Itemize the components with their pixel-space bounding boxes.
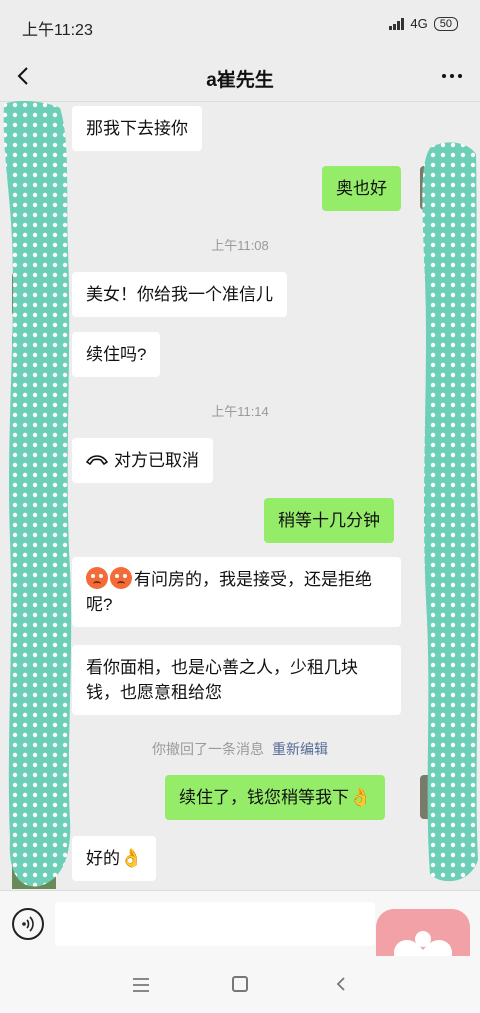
privacy-scribble-left xyxy=(3,101,72,887)
re-edit-link[interactable]: 重新编辑 xyxy=(272,741,328,757)
home-icon[interactable] xyxy=(232,976,248,992)
signal-icon xyxy=(389,17,405,30)
message-bubble[interactable]: 美女！你给我一个准信儿 xyxy=(72,272,287,317)
call-cancelled-bubble[interactable]: 对方已取消 xyxy=(72,438,213,483)
phone-hangup-icon xyxy=(85,455,109,466)
ok-hand-emoji-icon: 👌 xyxy=(120,848,143,868)
status-time: 上午11:23 xyxy=(22,22,93,39)
chat-title: a崔先生 xyxy=(206,70,274,91)
privacy-scribble-right xyxy=(422,142,479,882)
message-bubble[interactable]: 续住吗? xyxy=(72,332,161,377)
message-input-bar xyxy=(0,890,480,1003)
message-text: 好的 xyxy=(86,849,120,868)
sad-face-emoji-icon xyxy=(86,567,108,589)
message-bubble[interactable]: 续住了，钱您稍等我下👌 xyxy=(165,775,386,820)
network-label: 4G xyxy=(410,16,428,31)
menu-icon[interactable] xyxy=(133,978,149,992)
message-bubble[interactable]: 有问房的，我是接受，还是拒绝呢? xyxy=(72,557,401,627)
sad-face-emoji-icon xyxy=(110,567,132,589)
status-icons: 4G 50 xyxy=(389,16,458,31)
message-input[interactable] xyxy=(55,902,375,946)
system-navigation-bar xyxy=(0,956,480,1013)
more-dots-icon[interactable] xyxy=(442,74,462,78)
call-status-label: 对方已取消 xyxy=(114,451,199,470)
message-bubble[interactable]: 好的👌 xyxy=(72,836,157,881)
message-bubble[interactable]: 那我下去接你 xyxy=(72,106,202,151)
recall-text: 你撤回了一条消息 xyxy=(152,741,264,757)
chat-header: a崔先生 xyxy=(0,52,480,102)
pointing-hand-emoji-icon: 👌 xyxy=(349,787,372,807)
message-text: 续住了，钱您稍等我下 xyxy=(179,788,349,807)
message-bubble[interactable]: 奥也好 xyxy=(322,166,401,211)
message-bubble[interactable]: 稍等十几分钟 xyxy=(264,498,394,543)
status-bar: 上午11:23 4G 50 xyxy=(0,0,480,52)
voice-wave-icon xyxy=(22,916,34,932)
voice-icon[interactable] xyxy=(12,908,44,940)
back-triangle-icon[interactable] xyxy=(334,976,348,992)
battery-icon: 50 xyxy=(433,16,458,31)
message-bubble[interactable]: 看你面相，也是心善之人，少租几块钱，也愿意租给您 xyxy=(72,645,401,715)
